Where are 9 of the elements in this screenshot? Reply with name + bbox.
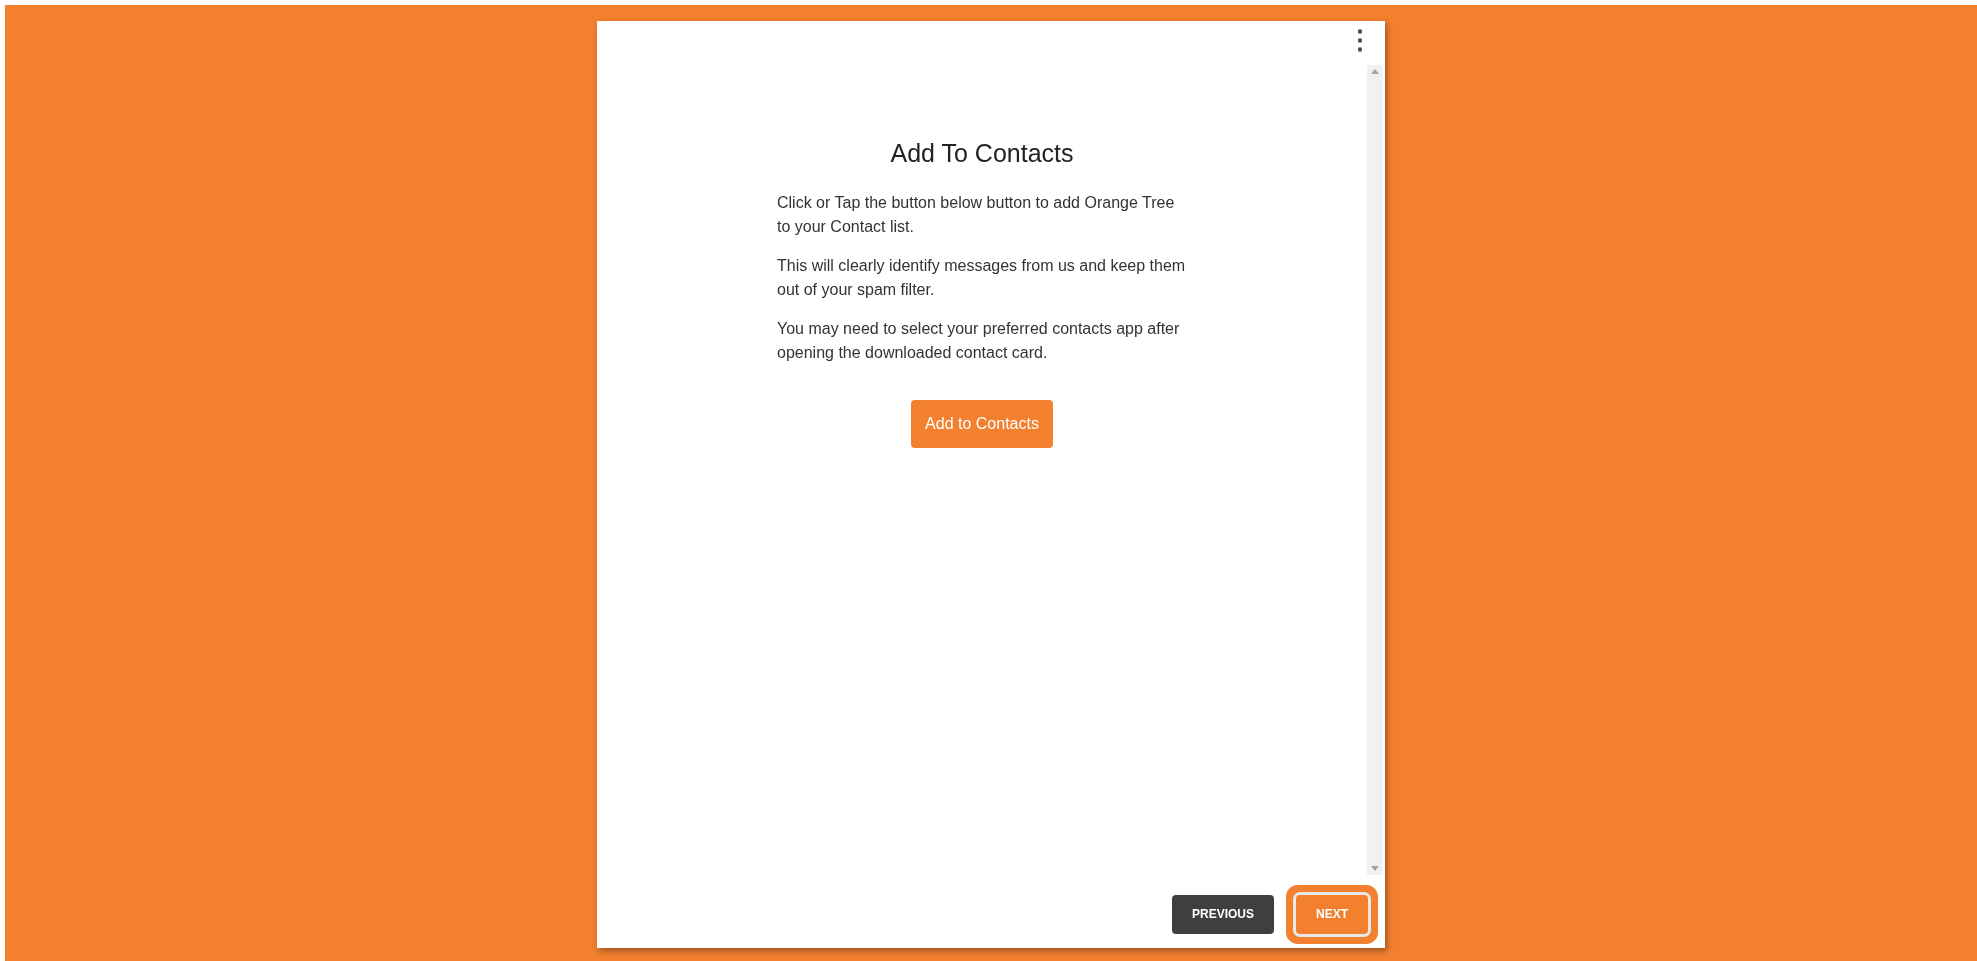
- previous-button[interactable]: PREVIOUS: [1171, 894, 1274, 934]
- body-text: Click or Tap the button below button to add Orange Tree to your Contact list.: [777, 192, 1176, 237]
- scroll-down-icon[interactable]: [1371, 866, 1379, 871]
- more-menu-button[interactable]: ⋮: [1347, 27, 1373, 53]
- body-text: You may need to select your preferred contacts app after opening the downloaded contact card.: [777, 318, 1181, 363]
- dialog-title: Add To Contacts: [890, 138, 1074, 169]
- body-text: This will clearly identify messages from us and keep them out of your spam filter.: [777, 255, 1187, 300]
- scrollbar[interactable]: [1367, 65, 1383, 875]
- scroll-up-icon[interactable]: [1371, 69, 1379, 74]
